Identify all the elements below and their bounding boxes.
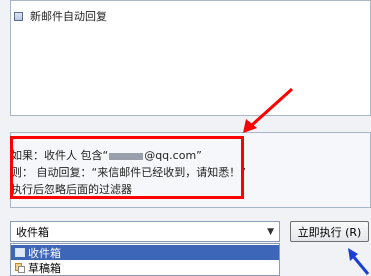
- rule-label: 新邮件自动回复: [30, 10, 107, 23]
- dropdown-item-label: 收件箱: [28, 246, 61, 260]
- dropdown-item-drafts[interactable]: 草稿箱: [11, 260, 279, 275]
- folder-select-value: 收件箱: [16, 225, 49, 239]
- drafts-icon: [15, 263, 25, 273]
- blue-cursor-arrow-icon: [348, 248, 370, 275]
- run-now-button[interactable]: 立即执行 (R): [290, 221, 369, 242]
- folder-dropdown-list: 收件箱 草稿箱: [10, 243, 280, 276]
- rule-item-auto-reply[interactable]: 新邮件自动回复: [14, 6, 368, 26]
- folder-select[interactable]: 收件箱 ▼: [10, 221, 280, 242]
- filter-rules-dialog: 新邮件自动回复 如果：收件人 包含“ @qq.com” 则： 自动回复：“来信邮件…: [0, 0, 371, 276]
- inbox-icon: [15, 248, 25, 257]
- rules-list: 新邮件自动回复: [10, 0, 371, 116]
- dropdown-item-label: 草稿箱: [28, 261, 61, 275]
- rule-checkbox[interactable]: [14, 11, 23, 21]
- dropdown-item-inbox[interactable]: 收件箱: [11, 245, 279, 260]
- chevron-down-icon[interactable]: ▼: [267, 227, 274, 237]
- red-highlight-box: [10, 136, 244, 199]
